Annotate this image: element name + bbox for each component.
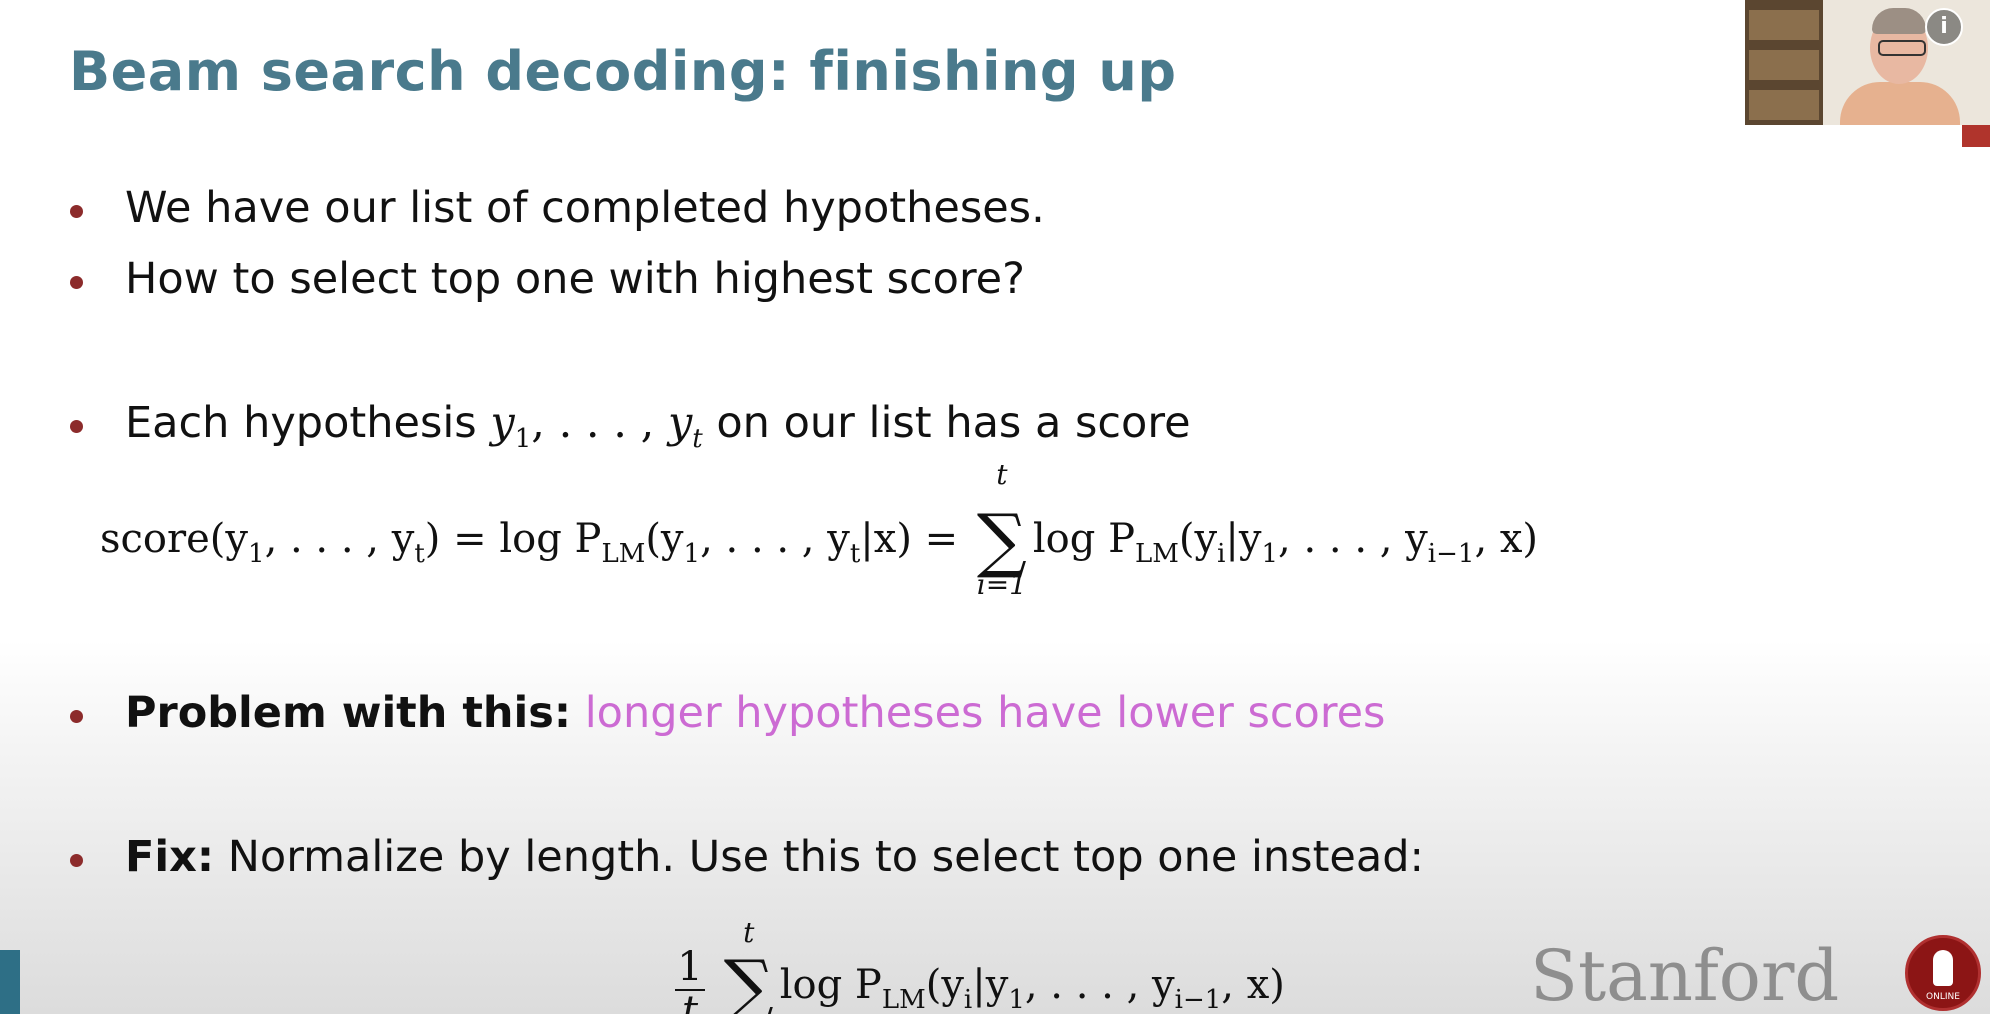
normalized-score-equation: 1 t t ∑ log PLM(yi|y1, . . . , yi−1, x) xyxy=(675,916,1285,1014)
bullet-dot xyxy=(70,854,83,867)
summation-symbol: t ∑ i=1 xyxy=(976,458,1027,601)
bullet-dot xyxy=(70,276,83,289)
fix-text: Normalize by length. Use this to select … xyxy=(227,832,1425,882)
slide-accent-bar xyxy=(0,950,20,1014)
bullet-dot xyxy=(70,205,83,218)
stanford-logo-text: Stanford xyxy=(1530,935,1840,1014)
bullet-select-top: How to select top one with highest score… xyxy=(125,254,1025,304)
slide-title: Beam search decoding: finishing up xyxy=(69,40,1177,103)
bullet-dot xyxy=(70,420,83,433)
problem-highlight: longer hypotheses have lower scores xyxy=(584,688,1386,738)
stanford-online-seal-icon: ONLINE xyxy=(1905,935,1981,1011)
bullet-completed-hypotheses: We have our list of completed hypotheses… xyxy=(125,183,1045,233)
math-y1: y1, . . . , yt xyxy=(490,398,703,454)
presenter-glasses xyxy=(1878,40,1926,56)
summation-symbol: t ∑ xyxy=(723,916,774,1014)
score-equation: score(y1, . . . , yt) = log PLM(y1, . . … xyxy=(100,458,1539,601)
bullet-each-hypothesis: Each hypothesis y1, . . . , yt on our li… xyxy=(125,398,1191,454)
info-icon[interactable]: i xyxy=(1925,8,1963,46)
fix-label: Fix: xyxy=(125,832,215,882)
bookshelf xyxy=(1745,0,1823,125)
bullet-problem: Problem with this: longer hypotheses hav… xyxy=(125,688,1385,738)
lecture-slide: Beam search decoding: finishing up We ha… xyxy=(0,0,1990,1014)
bullet-text: on our list has a score xyxy=(716,398,1191,448)
bullet-dot xyxy=(70,710,83,723)
problem-label: Problem with this: xyxy=(125,688,572,738)
presenter-shirt xyxy=(1840,82,1960,125)
bullet-fix: Fix: Normalize by length. Use this to se… xyxy=(125,832,1424,882)
video-corner-tab xyxy=(1962,125,1990,147)
tree-icon xyxy=(1933,950,1953,986)
presenter-hair xyxy=(1872,8,1926,34)
fraction: 1 t xyxy=(675,945,705,1014)
bullet-text: Each hypothesis xyxy=(125,398,477,448)
